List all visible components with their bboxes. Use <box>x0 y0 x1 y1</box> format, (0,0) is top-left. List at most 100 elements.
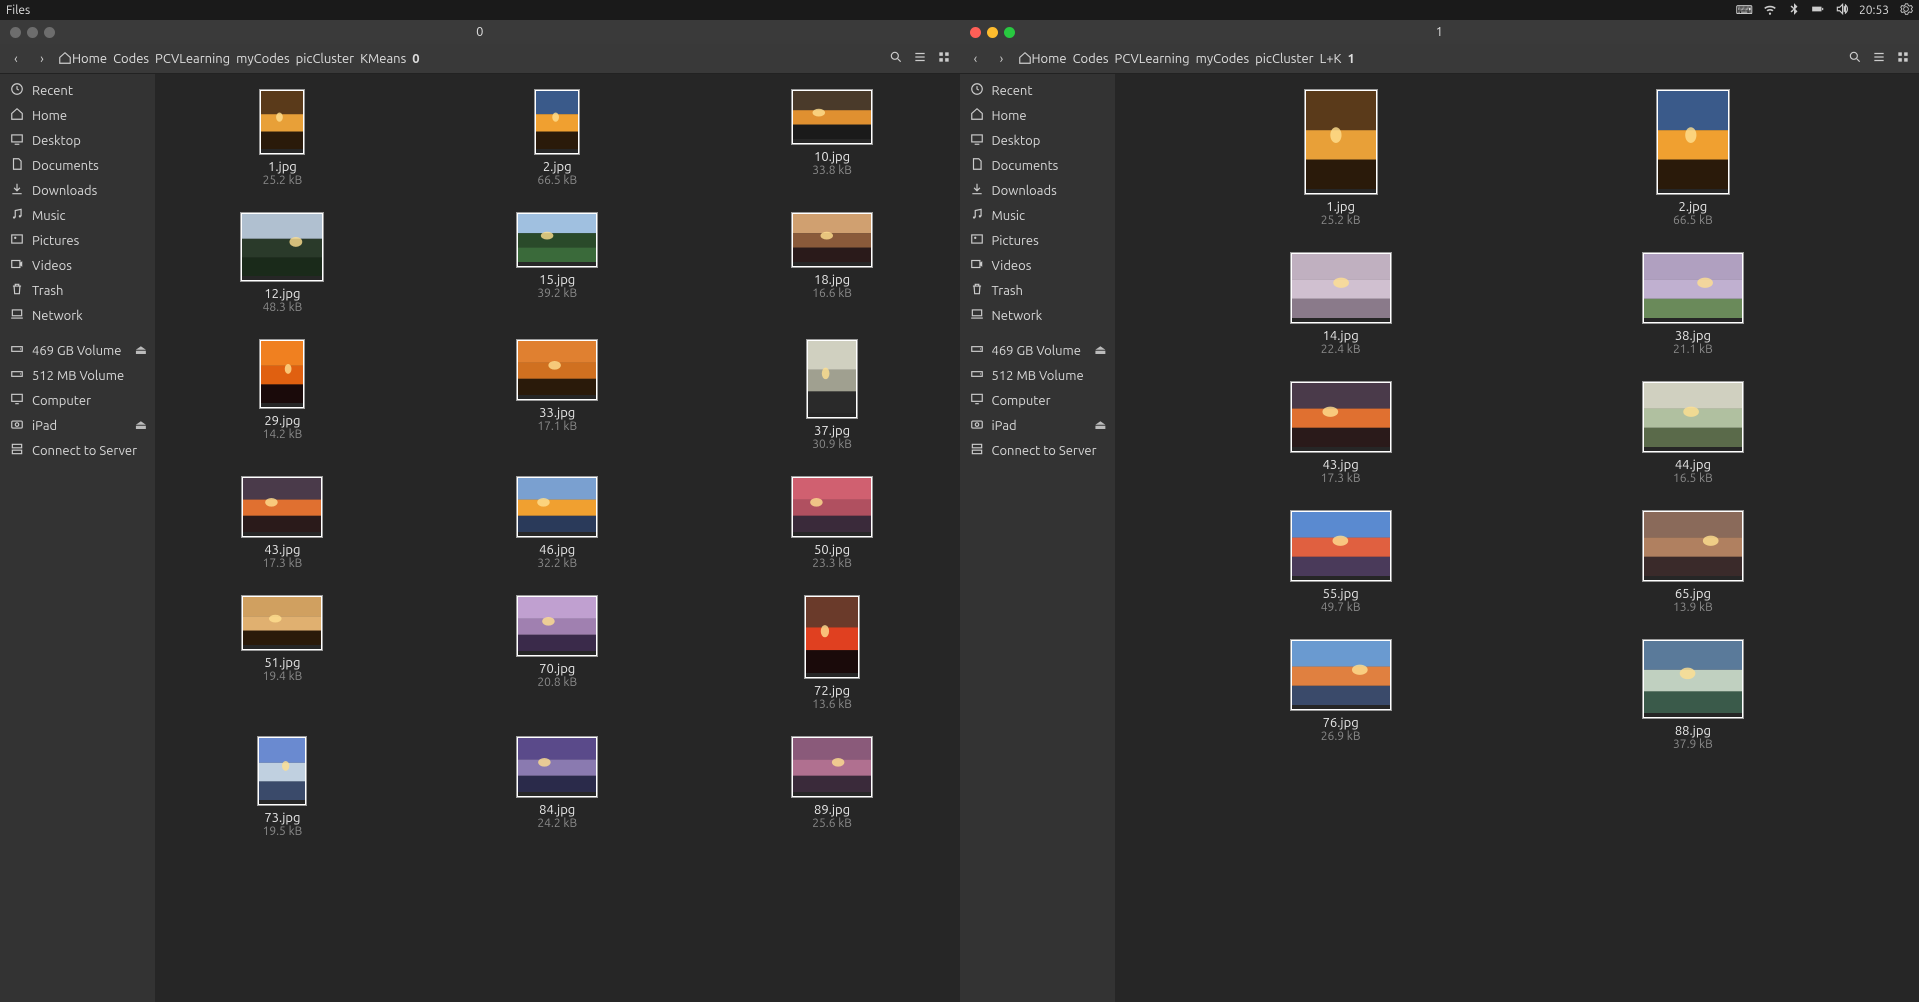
breadcrumb-PCVLearning[interactable]: PCVLearning <box>1115 52 1190 66</box>
sidebar-item-computer[interactable]: Computer <box>960 388 1115 413</box>
file-item[interactable]: 38.jpg 21.1 kB <box>1633 253 1753 356</box>
keyboard-icon[interactable]: ⌨ <box>1736 3 1753 17</box>
sidebar-item-pictures[interactable]: Pictures <box>960 228 1115 253</box>
settings-gear-icon[interactable] <box>1899 2 1913 19</box>
sidebar-item-recent[interactable]: Recent <box>960 78 1115 103</box>
breadcrumb-Home[interactable]: Home <box>1018 51 1067 66</box>
nav-back-icon[interactable]: ‹ <box>968 52 984 66</box>
clock[interactable]: 20:53 <box>1859 4 1889 17</box>
file-item[interactable]: 1.jpg 25.2 kB <box>222 90 342 187</box>
file-item[interactable]: 73.jpg 19.5 kB <box>222 737 342 838</box>
minimize-button[interactable] <box>27 27 38 38</box>
eject-icon[interactable]: ⏏ <box>1094 418 1106 433</box>
sidebar-item-desktop[interactable]: Desktop <box>0 128 155 153</box>
nav-forward-icon[interactable]: › <box>994 52 1010 66</box>
sidebar-item-trash[interactable]: Trash <box>960 278 1115 303</box>
sidebar-item-469-gb-volume[interactable]: 469 GB Volume ⏏ <box>0 338 155 363</box>
file-item[interactable]: 65.jpg 13.9 kB <box>1633 511 1753 614</box>
breadcrumb-picCluster[interactable]: picCluster <box>1255 52 1313 66</box>
sidebar-item-music[interactable]: Music <box>960 203 1115 228</box>
nav-back-icon[interactable]: ‹ <box>8 52 24 66</box>
file-item[interactable]: 37.jpg 30.9 kB <box>772 340 892 451</box>
list-view-icon[interactable] <box>912 50 928 67</box>
sidebar-item-trash[interactable]: Trash <box>0 278 155 303</box>
bluetooth-icon[interactable] <box>1787 2 1801 19</box>
grid-view-icon[interactable] <box>1895 50 1911 67</box>
sidebar-item-documents[interactable]: Documents <box>960 153 1115 178</box>
file-item[interactable]: 18.jpg 16.6 kB <box>772 213 892 314</box>
maximize-button[interactable] <box>1004 27 1015 38</box>
nav-forward-icon[interactable]: › <box>34 52 50 66</box>
sidebar-item-512-mb-volume[interactable]: 512 MB Volume <box>960 363 1115 388</box>
file-item[interactable]: 46.jpg 32.2 kB <box>497 477 617 570</box>
breadcrumb-myCodes[interactable]: myCodes <box>1196 52 1249 66</box>
search-icon[interactable] <box>1847 50 1863 67</box>
eject-icon[interactable]: ⏏ <box>1094 343 1106 358</box>
file-item[interactable]: 88.jpg 37.9 kB <box>1633 640 1753 751</box>
sidebar-item-downloads[interactable]: Downloads <box>0 178 155 203</box>
breadcrumb-1[interactable]: 1 <box>1347 52 1354 66</box>
sidebar-item-videos[interactable]: Videos <box>0 253 155 278</box>
breadcrumb-Codes[interactable]: Codes <box>1073 52 1109 66</box>
file-item[interactable]: 29.jpg 14.2 kB <box>222 340 342 451</box>
sidebar-item-connect-to-server[interactable]: Connect to Server <box>0 438 155 463</box>
sidebar-item-ipad[interactable]: iPad ⏏ <box>960 413 1115 438</box>
file-item[interactable]: 51.jpg 19.4 kB <box>222 596 342 711</box>
file-item[interactable]: 2.jpg 66.5 kB <box>1633 90 1753 227</box>
file-item[interactable]: 14.jpg 22.4 kB <box>1281 253 1401 356</box>
sidebar-item-videos[interactable]: Videos <box>960 253 1115 278</box>
breadcrumb-myCodes[interactable]: myCodes <box>236 52 289 66</box>
file-item[interactable]: 15.jpg 39.2 kB <box>497 213 617 314</box>
file-item[interactable]: 84.jpg 24.2 kB <box>497 737 617 838</box>
maximize-button[interactable] <box>44 27 55 38</box>
sidebar-item-recent[interactable]: Recent <box>0 78 155 103</box>
grid-view-icon[interactable] <box>936 50 952 67</box>
file-item[interactable]: 12.jpg 48.3 kB <box>222 213 342 314</box>
file-item[interactable]: 43.jpg 17.3 kB <box>1281 382 1401 485</box>
breadcrumb-Codes[interactable]: Codes <box>113 52 149 66</box>
wifi-icon[interactable] <box>1763 2 1777 19</box>
breadcrumb-KMeans[interactable]: KMeans <box>360 52 406 66</box>
close-button[interactable] <box>10 27 21 38</box>
minimize-button[interactable] <box>987 27 998 38</box>
sidebar-item-512-mb-volume[interactable]: 512 MB Volume <box>0 363 155 388</box>
eject-icon[interactable]: ⏏ <box>135 343 147 358</box>
sidebar-item-downloads[interactable]: Downloads <box>960 178 1115 203</box>
file-item[interactable]: 70.jpg 20.8 kB <box>497 596 617 711</box>
sidebar-item-desktop[interactable]: Desktop <box>960 128 1115 153</box>
breadcrumb-picCluster[interactable]: picCluster <box>296 52 354 66</box>
sidebar-item-network[interactable]: Network <box>0 303 155 328</box>
file-item[interactable]: 2.jpg 66.5 kB <box>497 90 617 187</box>
sidebar-item-music[interactable]: Music <box>0 203 155 228</box>
file-item[interactable]: 89.jpg 25.6 kB <box>772 737 892 838</box>
volume-icon[interactable] <box>1835 2 1849 19</box>
close-button[interactable] <box>970 27 981 38</box>
breadcrumb-0[interactable]: 0 <box>412 52 419 66</box>
file-item[interactable]: 76.jpg 26.9 kB <box>1281 640 1401 751</box>
titlebar[interactable]: 1 <box>960 20 1919 44</box>
sidebar-item-pictures[interactable]: Pictures <box>0 228 155 253</box>
search-icon[interactable] <box>888 50 904 67</box>
sidebar-item-home[interactable]: Home <box>960 103 1115 128</box>
sidebar-item-computer[interactable]: Computer <box>0 388 155 413</box>
file-item[interactable]: 44.jpg 16.5 kB <box>1633 382 1753 485</box>
sidebar-item-connect-to-server[interactable]: Connect to Server <box>960 438 1115 463</box>
app-name[interactable]: Files <box>6 4 30 17</box>
list-view-icon[interactable] <box>1871 50 1887 67</box>
sidebar-item-network[interactable]: Network <box>960 303 1115 328</box>
file-item[interactable]: 55.jpg 49.7 kB <box>1281 511 1401 614</box>
sidebar-item-ipad[interactable]: iPad ⏏ <box>0 413 155 438</box>
file-item[interactable]: 50.jpg 23.3 kB <box>772 477 892 570</box>
breadcrumb-Home[interactable]: Home <box>58 51 107 66</box>
file-item[interactable]: 43.jpg 17.3 kB <box>222 477 342 570</box>
file-item[interactable]: 10.jpg 33.8 kB <box>772 90 892 187</box>
titlebar[interactable]: 0 <box>0 20 960 44</box>
sidebar-item-home[interactable]: Home <box>0 103 155 128</box>
breadcrumb-PCVLearning[interactable]: PCVLearning <box>155 52 230 66</box>
breadcrumb-L+K[interactable]: L+K <box>1320 52 1342 66</box>
file-item[interactable]: 33.jpg 17.1 kB <box>497 340 617 451</box>
eject-icon[interactable]: ⏏ <box>135 418 147 433</box>
battery-icon[interactable] <box>1811 2 1825 19</box>
file-item[interactable]: 72.jpg 13.6 kB <box>772 596 892 711</box>
sidebar-item-documents[interactable]: Documents <box>0 153 155 178</box>
